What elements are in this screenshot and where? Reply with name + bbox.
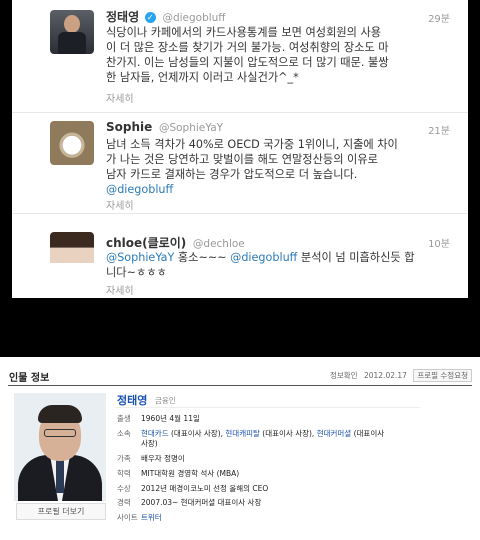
info-row-family: 가족 배우자 정명이 <box>117 454 185 464</box>
tweet-text-fragment: 분석이 넘 미흡하신듯 합 <box>297 251 415 264</box>
section-title: 인물 정보 <box>9 373 50 384</box>
tweet-header: chloe(클로이) @dechloe <box>106 234 245 251</box>
info-value: 1960년 4월 11일 <box>141 414 200 423</box>
tweet-header: 정태영 ✓ @diegobluff <box>106 8 226 25</box>
tweet-text: 남녀 소득 격차가 40%로 OECD 국가중 1위이니, 지출에 차이 가 나… <box>106 137 446 197</box>
tweet-text: @SophieYaY 홍소~~~ @diegobluff 분석이 넘 미흡하신듯… <box>106 250 446 280</box>
mention-link[interactable]: @diegobluff <box>106 182 446 197</box>
mention-link[interactable]: @diegobluff <box>230 251 297 264</box>
person-occupation: 금융인 <box>155 396 176 405</box>
mention-link[interactable]: @SophieYaY <box>106 251 174 264</box>
info-row-education: 학력 MIT대학원 경영학 석사 (MBA) <box>117 469 239 479</box>
tweet-text-line: 이 더 많은 장소를 찾기가 거의 불가능. 여성취향의 장소도 마 <box>106 41 389 54</box>
tweet-text-line: 한 남자들, 언제까지 이러고 사실건가^_* <box>106 71 299 84</box>
divider <box>115 407 420 408</box>
tweet-detail-link[interactable]: 자세히 <box>106 90 134 105</box>
info-value-text: (대표이사 사장), <box>259 429 317 438</box>
tweet-author-handle[interactable]: @diegobluff <box>162 12 225 24</box>
profile-photo[interactable] <box>14 393 106 501</box>
tweet-detail-link[interactable]: 자세히 <box>106 197 134 212</box>
company-link[interactable]: 현대카드 <box>141 429 169 438</box>
info-row-career: 경력 2007.03~ 현대커머셜 대표이사 사장 <box>117 498 261 508</box>
info-value: 사장) <box>141 439 158 448</box>
info-label: 가족 <box>117 454 131 463</box>
info-label: 출생 <box>117 414 131 423</box>
tweet-text-fragment: 홍소~~~ <box>174 251 231 264</box>
tweet-text-line: 남녀 소득 격차가 40%로 OECD 국가중 1위이니, 지출에 차이 <box>106 138 398 151</box>
info-row-award: 수상 2012년 매경이코노미 선정 올해의 CEO <box>117 484 268 494</box>
person-info-panel: 인물 정보 정보확인 2012.02.17 프로필 수정요청 프로필 더보기 정… <box>0 357 480 540</box>
info-row-affiliation: 소속 현대카드 (대표이사 사장), 현대캐피탈 (대표이사 사장), 현대커머셜… <box>117 429 384 439</box>
info-row-site: 사이트 트위터 <box>117 513 162 523</box>
profile-edit-request-button[interactable]: 프로필 수정요청 <box>413 369 472 382</box>
tweet-text-line: 니다~ㅎㅎㅎ <box>106 266 167 279</box>
company-link[interactable]: 현대캐피탈 <box>225 429 260 438</box>
verified-badge-icon: ✓ <box>144 12 156 23</box>
tweet-text-line: 식당이나 카페에서의 카드사용통계를 보면 여성회원의 사용 <box>106 26 382 39</box>
profile-more-button[interactable]: 프로필 더보기 <box>16 503 106 520</box>
tweet-text-line: @SophieYaY 홍소~~~ @diegobluff 분석이 넘 미흡하신듯… <box>106 250 446 265</box>
info-value-text: (대표이사 사장), <box>168 429 226 438</box>
tweet-author-name[interactable]: chloe(클로이) <box>106 236 186 250</box>
tweet-author-handle[interactable]: @dechloe <box>193 238 245 250</box>
tweet-author-name[interactable]: Sophie <box>106 120 152 134</box>
info-value: 2012년 매경이코노미 선정 올해의 CEO <box>141 484 269 493</box>
tweet: 정태영 ✓ @diegobluff 29분 식당이나 카페에서의 카드사용통계를… <box>12 0 468 113</box>
avatar[interactable] <box>50 232 94 276</box>
twitter-timeline: 정태영 ✓ @diegobluff 29분 식당이나 카페에서의 카드사용통계를… <box>12 0 468 298</box>
tweet: chloe(클로이) @dechloe 10분 @SophieYaY 홍소~~~… <box>12 214 468 298</box>
info-check-link[interactable]: 정보확인 <box>330 371 358 380</box>
info-label: 수상 <box>117 484 131 493</box>
tweet: Sophie @SophieYaY 21분 남녀 소득 격차가 40%로 OEC… <box>12 113 468 214</box>
company-link[interactable]: 현대커머셜 <box>317 429 352 438</box>
tweet-timestamp[interactable]: 29분 <box>428 10 450 25</box>
info-value: 현대카드 (대표이사 사장), 현대캐피탈 (대표이사 사장), 현대커머셜 (… <box>141 429 384 439</box>
tweet-header: Sophie @SophieYaY <box>106 120 223 134</box>
tweet-text-line: 찬가지. 이는 남성들의 지불이 압도적으로 더 많기 때문. 불쌍 <box>106 56 389 69</box>
info-label: 소속 <box>117 429 131 438</box>
avatar[interactable] <box>50 10 94 54</box>
divider <box>8 385 472 386</box>
tweet-timestamp[interactable]: 10분 <box>428 235 450 250</box>
info-row-birth: 출생 1960년 4월 11일 <box>117 414 200 424</box>
info-label: 학력 <box>117 469 131 478</box>
info-label: 사이트 <box>117 513 138 522</box>
avatar[interactable] <box>50 121 94 165</box>
twitter-link[interactable]: 트위터 <box>141 513 162 522</box>
info-value: MIT대학원 경영학 석사 (MBA) <box>141 469 240 478</box>
tweet-text-line: 남자 카드로 결재하는 경우가 압도적으로 더 높습니다. <box>106 168 358 181</box>
info-row-affiliation-cont: 사장) <box>117 439 158 449</box>
tweet-author-name[interactable]: 정태영 <box>106 10 139 24</box>
tweet-text: 식당이나 카페에서의 카드사용통계를 보면 여성회원의 사용 이 더 많은 장소… <box>106 25 446 85</box>
info-value-text: (대표이사 <box>351 429 385 438</box>
tweet-text-line: 가 나는 것은 당연하고 맞벌이를 해도 연말정산등의 이유로 <box>106 153 378 166</box>
info-label: 경력 <box>117 498 131 507</box>
info-value: 2007.03~ 현대커머셜 대표이사 사장 <box>141 498 262 507</box>
info-value: 트위터 <box>141 513 162 523</box>
profile-meta-links: 정보확인 2012.02.17 프로필 수정요청 <box>326 369 472 382</box>
tweet-detail-link[interactable]: 자세히 <box>106 282 134 297</box>
person-name[interactable]: 정태영 <box>117 392 147 408</box>
info-value: 배우자 정명이 <box>141 454 185 463</box>
tweet-author-handle[interactable]: @SophieYaY <box>159 122 223 134</box>
info-date: 2012.02.17 <box>363 371 407 380</box>
tweet-timestamp[interactable]: 21분 <box>428 122 450 137</box>
